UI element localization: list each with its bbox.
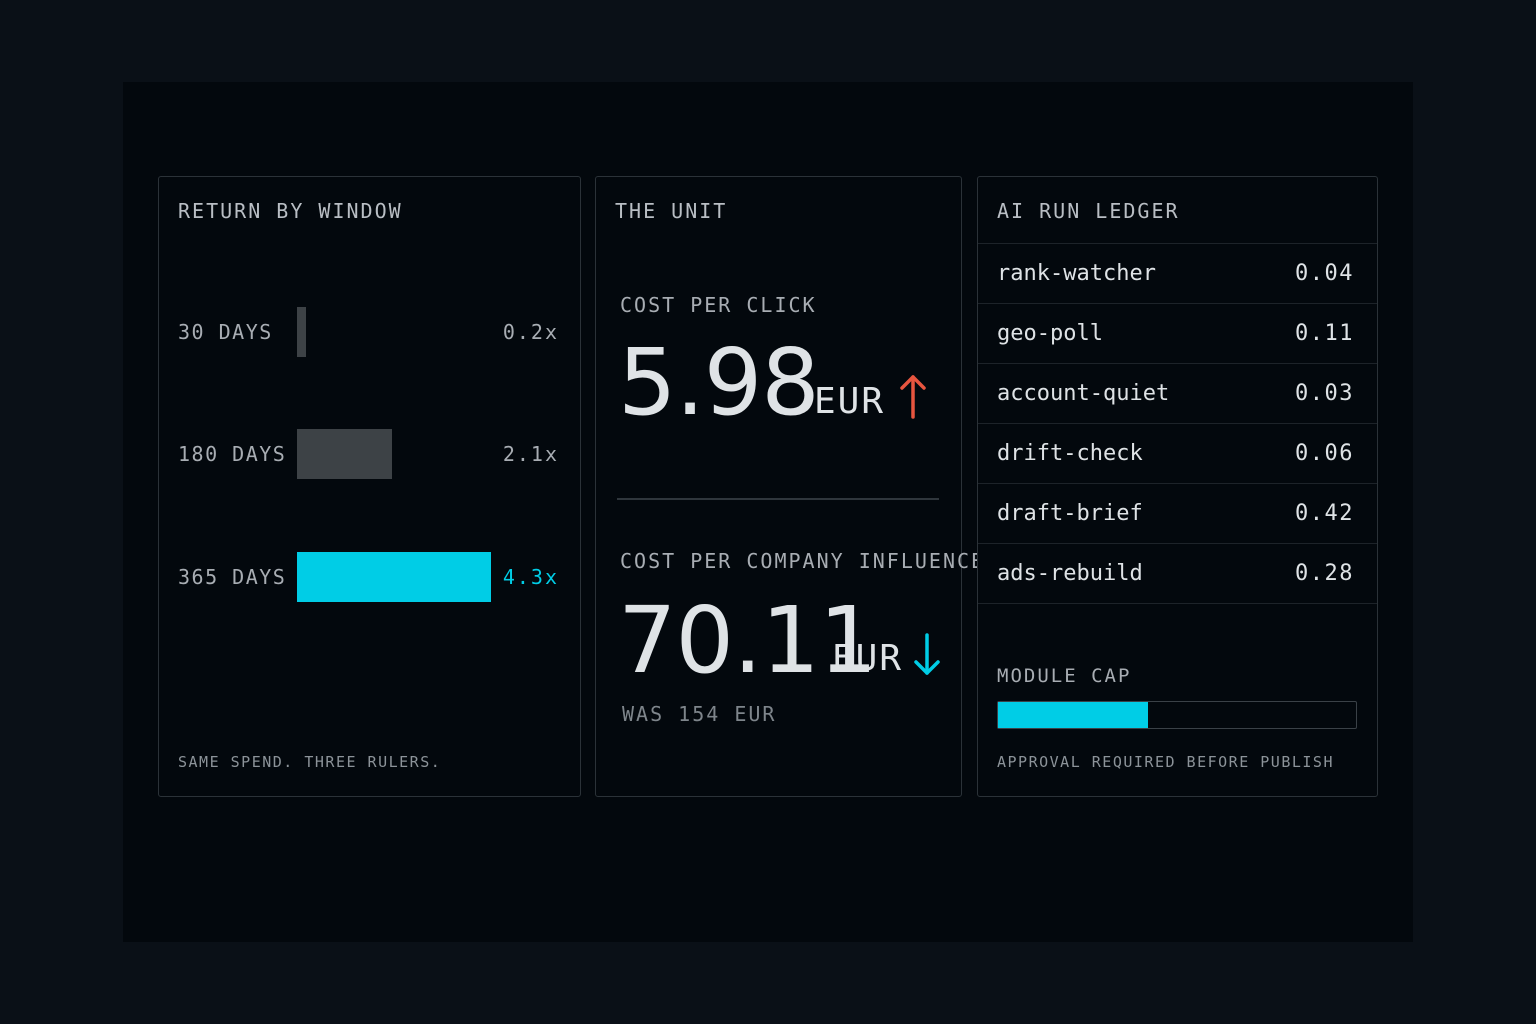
- cost-per-company-currency: EUR: [832, 638, 904, 679]
- ledger-row[interactable]: geo-poll 0.11: [978, 304, 1377, 364]
- ledger-run-cost: 0.04: [1295, 261, 1354, 286]
- ledger-run-name: ads-rebuild: [997, 561, 1143, 586]
- ledger-row[interactable]: ads-rebuild 0.28: [978, 544, 1377, 604]
- unit-panel: THE UNIT COST PER CLICK 5.98 EUR COST PE…: [595, 176, 997, 797]
- ledger-row[interactable]: account-quiet 0.03: [978, 364, 1377, 424]
- return-row-label: 365 DAYS: [178, 565, 287, 589]
- ledger-row[interactable]: drift-check 0.06: [978, 424, 1377, 484]
- arrow-down-icon: [912, 631, 942, 679]
- ledger-run-cost: 0.06: [1295, 441, 1354, 466]
- unit-title: THE UNIT: [615, 199, 728, 223]
- return-by-window-title: RETURN BY WINDOW: [178, 199, 403, 223]
- ai-run-ledger-panel: AI RUN LEDGER rank-watcher 0.04 geo-poll…: [977, 176, 1378, 797]
- module-cap-label: MODULE CAP: [997, 665, 1132, 687]
- return-row-365-days: 365 DAYS 4.3x: [159, 552, 580, 602]
- ledger-run-cost: 0.42: [1295, 501, 1354, 526]
- return-row-value: 0.2x: [502, 320, 559, 344]
- ledger-title: AI RUN LEDGER: [997, 199, 1180, 223]
- ledger-run-cost: 0.03: [1295, 381, 1354, 406]
- module-cap-fill: [998, 702, 1149, 728]
- ledger-list: rank-watcher 0.04 geo-poll 0.11 account-…: [978, 243, 1377, 604]
- cost-per-click-value: 5.98: [618, 329, 820, 436]
- return-row-180-days: 180 DAYS 2.1x: [159, 429, 580, 479]
- return-bar: [297, 429, 392, 479]
- cost-per-click-label: COST PER CLICK: [620, 293, 817, 317]
- cost-per-click-currency: EUR: [814, 381, 886, 422]
- return-row-label: 180 DAYS: [178, 442, 287, 466]
- cost-per-company-label: COST PER COMPANY INFLUENCED: [620, 549, 1000, 573]
- return-bar: [297, 307, 306, 357]
- ledger-run-cost: 0.11: [1295, 321, 1354, 346]
- return-row-value: 2.1x: [502, 442, 559, 466]
- arrow-up-icon: [898, 373, 928, 421]
- ledger-run-cost: 0.28: [1295, 561, 1354, 586]
- return-bar: [297, 552, 491, 602]
- return-by-window-panel: RETURN BY WINDOW 30 DAYS 0.2x 180 DAYS 2…: [158, 176, 581, 797]
- ledger-run-name: drift-check: [997, 441, 1143, 466]
- ledger-run-name: account-quiet: [997, 381, 1170, 406]
- ledger-run-name: geo-poll: [997, 321, 1103, 346]
- unit-divider: [617, 498, 939, 500]
- ledger-run-name: rank-watcher: [997, 261, 1156, 286]
- return-row-label: 30 DAYS: [178, 320, 273, 344]
- return-footnote: SAME SPEND. THREE RULERS.: [178, 753, 442, 771]
- return-row-30-days: 30 DAYS 0.2x: [159, 307, 580, 357]
- module-cap-note: APPROVAL REQUIRED BEFORE PUBLISH: [997, 753, 1334, 771]
- return-row-value: 4.3x: [502, 565, 559, 589]
- module-cap-progress: [997, 701, 1357, 729]
- ledger-row[interactable]: draft-brief 0.42: [978, 484, 1377, 544]
- cost-per-company-previous: WAS 154 EUR: [622, 702, 777, 726]
- ledger-run-name: draft-brief: [997, 501, 1143, 526]
- ledger-row[interactable]: rank-watcher 0.04: [978, 244, 1377, 304]
